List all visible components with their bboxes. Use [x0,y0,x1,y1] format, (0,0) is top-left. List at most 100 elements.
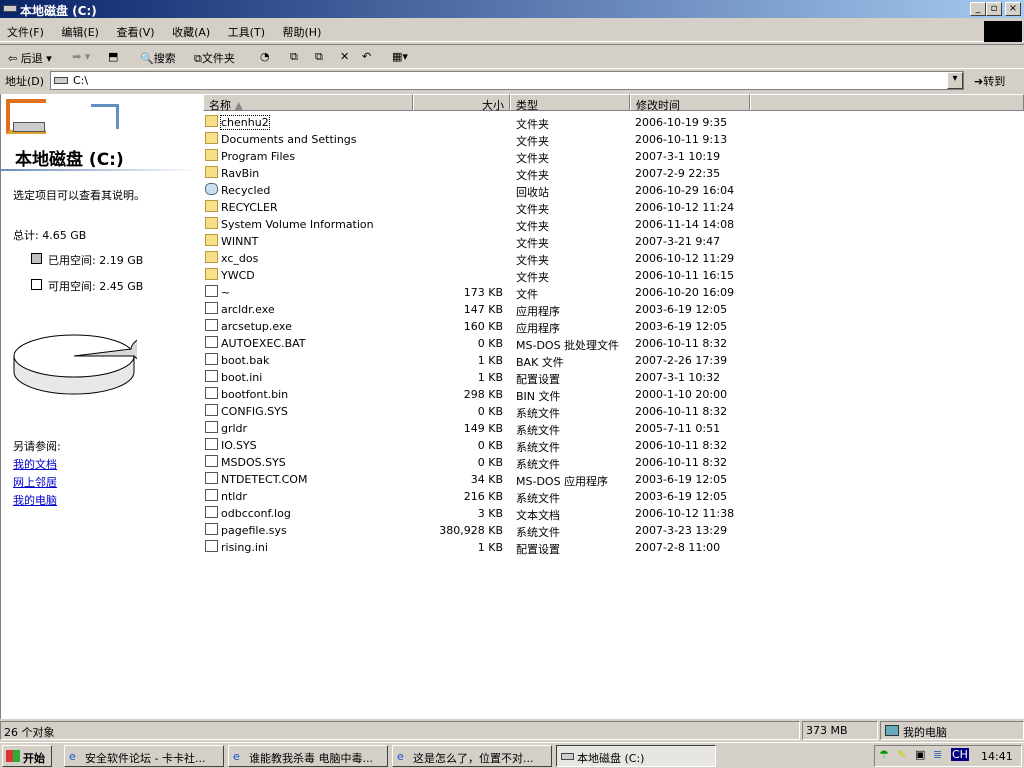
col-name[interactable]: 名称 ▲ [203,94,413,112]
file-type: BAK 文件 [516,356,564,369]
folder-icon [205,115,218,127]
free-legend-swatch [31,279,42,290]
decor-graphic [91,104,119,129]
menu-file[interactable]: 文件(F) [0,20,51,40]
toolbar: ⇦ 后退 ▾ ➡ ▾ ⬒ 🔍搜索 ⧉文件夹 ◔ ⧉ ⧉ ✕ ↶ ▦▾ [0,44,1024,69]
file-date: 2006-10-20 16:09 [635,286,735,299]
views-icon[interactable]: ▦▾ [392,50,408,63]
file-type: 系统文件 [516,407,560,420]
tray-icon[interactable]: ▣ [915,748,925,761]
file-row[interactable]: CONFIG.SYS 0 KB 系统文件 2006-10-11 8:32 [201,403,801,420]
recycle-bin-icon [205,183,218,195]
file-name: NTDETECT.COM [221,473,308,486]
file-row[interactable]: xc_dos 文件夹 2006-10-12 11:29 [201,250,801,267]
link-my-documents[interactable]: 我的文档 [13,456,57,472]
folders-button[interactable]: ⧉文件夹 [194,50,235,66]
folder-icon [205,200,218,212]
col-size[interactable]: 大小 [413,94,510,112]
close-button[interactable]: × [1005,2,1021,16]
file-row[interactable]: System Volume Information 文件夹 2006-11-14… [201,216,801,233]
file-name: Recycled [221,184,271,197]
file-name: RECYCLER [221,201,278,214]
col-type[interactable]: 类型 [510,94,630,112]
link-network-places[interactable]: 网上邻居 [13,474,57,490]
menu-help[interactable]: 帮助(H) [276,20,329,40]
file-row[interactable]: IO.SYS 0 KB 系统文件 2006-10-11 8:32 [201,437,801,454]
search-button[interactable]: 🔍搜索 [140,50,176,66]
file-date: 2007-3-23 13:29 [635,524,728,537]
file-row[interactable]: boot.ini 1 KB 配置设置 2007-3-1 10:32 [201,369,801,386]
tray-icon[interactable]: ≣ [933,748,942,761]
file-row[interactable]: Program Files 文件夹 2007-3-1 10:19 [201,148,801,165]
file-date: 2007-2-9 22:35 [635,167,721,180]
file-row[interactable]: ~ 173 KB 文件 2006-10-20 16:09 [201,284,801,301]
used-space: 已用空间: 2.19 GB [48,254,144,267]
file-type: 系统文件 [516,458,560,471]
menu-favorites[interactable]: 收藏(A) [165,20,217,40]
start-button[interactable]: 开始 [2,745,52,767]
address-input[interactable]: C:\ [50,71,964,90]
menu-edit[interactable]: 编辑(E) [54,20,106,40]
delete-icon[interactable]: ✕ [340,50,349,63]
file-row[interactable]: MSDOS.SYS 0 KB 系统文件 2006-10-11 8:32 [201,454,801,471]
file-row[interactable]: AUTOEXEC.BAT 0 KB MS-DOS 批处理文件 2006-10-1… [201,335,801,352]
file-row[interactable]: Documents and Settings 文件夹 2006-10-11 9:… [201,131,801,148]
file-size: 147 KB [463,303,503,316]
file-date: 2003-6-19 12:05 [635,320,728,333]
task-button[interactable]: e 安全软件论坛 - 卡卡社... [64,745,224,767]
copy-to-icon[interactable]: ⧉ [315,50,323,64]
move-to-icon[interactable]: ⧉ [290,50,298,64]
file-date: 2007-2-8 11:00 [635,541,721,554]
file-name: AUTOEXEC.BAT [221,337,306,350]
file-row[interactable]: arcldr.exe 147 KB 应用程序 2003-6-19 12:05 [201,301,801,318]
menu-tools[interactable]: 工具(T) [221,20,272,40]
left-panel: 本地磁盘 (C:) 选定项目可以查看其说明。 总计: 4.65 GB 已用空间:… [0,94,201,719]
file-row[interactable]: RavBin 文件夹 2007-2-9 22:35 [201,165,801,182]
file-icon [205,506,218,518]
file-row[interactable]: WINNT 文件夹 2007-3-21 9:47 [201,233,801,250]
file-row[interactable]: ntldr 216 KB 系统文件 2003-6-19 12:05 [201,488,801,505]
file-date: 2007-2-26 17:39 [635,354,728,367]
task-button[interactable]: e 谁能教我杀毒 电脑中毒... [228,745,388,767]
file-name: boot.ini [221,371,263,384]
minimize-button[interactable]: _ [970,2,986,16]
file-row[interactable]: odbcconf.log 3 KB 文本文档 2006-10-12 11:38 [201,505,801,522]
back-button[interactable]: ⇦ 后退 ▾ [8,50,52,66]
file-row[interactable]: bootfont.bin 298 KB BIN 文件 2000-1-10 20:… [201,386,801,403]
menu-view[interactable]: 查看(V) [109,20,161,40]
file-row[interactable]: boot.bak 1 KB BAK 文件 2007-2-26 17:39 [201,352,801,369]
file-icon [205,319,218,331]
file-type: 文件夹 [516,152,549,165]
maximize-button[interactable]: ▫ [986,2,1002,16]
tray-icon[interactable]: ✎ [897,748,906,761]
file-row[interactable]: arcsetup.exe 160 KB 应用程序 2003-6-19 12:05 [201,318,801,335]
language-indicator[interactable]: CH [951,748,969,761]
file-row[interactable]: rising.ini 1 KB 配置设置 2007-2-8 11:00 [201,539,801,556]
file-row[interactable]: Recycled 回收站 2006-10-29 16:04 [201,182,801,199]
file-size: 0 KB [477,405,503,418]
file-row[interactable]: YWCD 文件夹 2006-10-11 16:15 [201,267,801,284]
file-date: 2006-10-12 11:29 [635,252,735,265]
undo-icon[interactable]: ↶ [362,50,371,63]
file-row[interactable]: chenhu2 文件夹 2006-10-19 9:35 [201,114,801,131]
task-button[interactable]: e 这是怎么了，位置不对... [392,745,552,767]
history-icon[interactable]: ◔ [260,50,270,63]
up-folder-icon[interactable]: ⬒ [108,50,118,63]
file-row[interactable]: RECYCLER 文件夹 2006-10-12 11:24 [201,199,801,216]
file-date: 2006-10-11 8:32 [635,405,728,418]
file-type: 系统文件 [516,492,560,505]
link-my-computer[interactable]: 我的电脑 [13,492,57,508]
file-row[interactable]: pagefile.sys 380,928 KB 系统文件 2007-3-23 1… [201,522,801,539]
file-date: 2006-11-14 14:08 [635,218,735,231]
file-row[interactable]: grldr 149 KB 系统文件 2005-7-11 0:51 [201,420,801,437]
file-name: chenhu2 [220,115,270,130]
file-size: 0 KB [477,439,503,452]
task-button-active[interactable]: 本地磁盘 (C:) [556,745,716,767]
drive-icon [561,753,574,760]
network-icon[interactable]: ☂ [879,748,889,761]
go-button[interactable]: ➜转到 [970,72,1009,90]
file-row[interactable]: NTDETECT.COM 34 KB MS-DOS 应用程序 2003-6-19… [201,471,801,488]
address-dropdown[interactable]: ▾ [947,72,963,89]
forward-button[interactable]: ➡ ▾ [72,50,90,63]
col-modified[interactable]: 修改时间 [630,94,750,112]
